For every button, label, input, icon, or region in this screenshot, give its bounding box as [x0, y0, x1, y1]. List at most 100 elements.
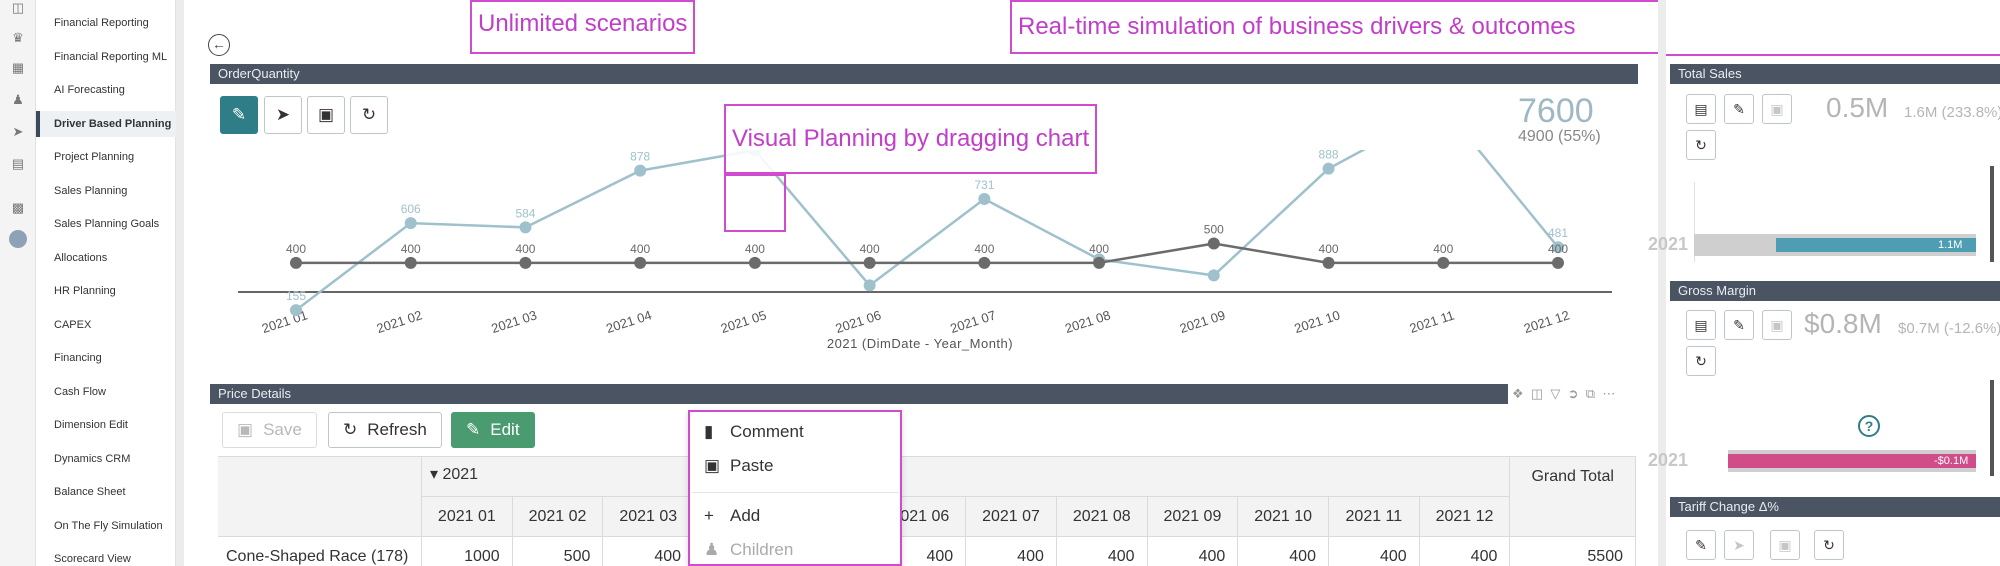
globe-icon[interactable]: [9, 230, 27, 248]
table-cell[interactable]: 400: [1238, 537, 1329, 566]
sidebar-item-allocations[interactable]: Allocations: [36, 245, 176, 271]
series-point[interactable]: [290, 256, 302, 269]
gross-margin-edit-button[interactable]: ✎: [1724, 310, 1754, 340]
series-point[interactable]: [634, 256, 647, 269]
table-cell[interactable]: 500: [513, 537, 604, 566]
tariff-change-header: Tariff Change Δ%: [1670, 497, 2000, 517]
edit-button[interactable]: ✎ Edit: [451, 412, 535, 448]
series-point[interactable]: [863, 256, 876, 269]
series-point[interactable]: [634, 164, 647, 177]
edit-pencil-button[interactable]: ✎: [220, 96, 258, 134]
menu-item-children[interactable]: ♟ Children: [704, 540, 793, 560]
gross-margin-table-button[interactable]: ▤: [1686, 310, 1716, 340]
trophy-icon[interactable]: ♛: [10, 30, 26, 46]
copy-icon[interactable]: ◫: [1531, 386, 1543, 401]
series-point[interactable]: [1207, 237, 1220, 250]
sidebar-item-project-planning[interactable]: Project Planning: [36, 144, 176, 170]
sidebar-item-capex[interactable]: CAPEX: [36, 312, 176, 338]
total-sales-refresh-button[interactable]: ↻: [1686, 130, 1716, 160]
sidebar-item-ai-forecasting[interactable]: AI Forecasting: [36, 77, 176, 103]
more-icon[interactable]: ⋯: [1602, 386, 1615, 401]
sidebar-item-balance-sheet[interactable]: Balance Sheet: [36, 479, 176, 505]
panel-divider[interactable]: [1658, 0, 1666, 566]
series-point[interactable]: [748, 256, 761, 269]
series-point[interactable]: [1207, 269, 1220, 282]
series-point[interactable]: [519, 256, 532, 269]
sidebar-item-hr-planning[interactable]: HR Planning: [36, 278, 176, 304]
sidebar-item-driver-based-planning[interactable]: Driver Based Planning: [36, 110, 176, 137]
pin-icon: ➤: [275, 105, 291, 124]
menu-item-comment[interactable]: ▮ Comment: [704, 422, 804, 442]
filter-icon[interactable]: ▽: [1550, 386, 1560, 401]
sidebar-item-dynamics-crm[interactable]: Dynamics CRM: [36, 446, 176, 472]
pin-button[interactable]: ➤: [264, 96, 302, 134]
table-cell[interactable]: 400: [1057, 537, 1148, 566]
tariff-edit-button[interactable]: ✎: [1686, 530, 1716, 560]
order-quantity-chart[interactable]: 2021 01 2021 02 2021 03 2021 04 2021 05 2021 …: [210, 150, 1650, 360]
total-sales-edit-button[interactable]: ✎: [1724, 94, 1754, 124]
series-point[interactable]: [290, 304, 302, 317]
data-label: 584: [515, 206, 535, 220]
layout-icon[interactable]: ▦: [10, 60, 26, 76]
series-point[interactable]: [404, 256, 417, 269]
save-button[interactable]: ▣: [307, 96, 345, 134]
users-icon[interactable]: ♟: [10, 92, 26, 108]
sidebar-item-dimension-edit[interactable]: Dimension Edit: [36, 412, 176, 438]
sidebar-item-on-the-fly-simulation[interactable]: On The Fly Simulation: [36, 513, 176, 539]
series-point[interactable]: [1322, 162, 1335, 175]
menu-item-add[interactable]: + Add: [704, 506, 760, 526]
database-icon[interactable]: ◫: [10, 0, 26, 16]
series-point[interactable]: [1552, 256, 1564, 269]
refresh-button[interactable]: ↻: [350, 96, 388, 134]
series-point[interactable]: [1322, 256, 1335, 269]
table-cell[interactable]: 400: [603, 537, 695, 566]
total-sales-save-button[interactable]: ▣: [1762, 94, 1792, 124]
year-header[interactable]: ▾ 2021: [422, 457, 1511, 497]
export-icon[interactable]: ➲: [1568, 386, 1579, 401]
help-icon[interactable]: ?: [1858, 415, 1880, 437]
sidebar-item-financing[interactable]: Financing: [36, 345, 176, 371]
refresh-button[interactable]: ↻ Refresh: [328, 412, 442, 448]
book-icon[interactable]: ▤: [10, 156, 26, 172]
table-cell[interactable]: 400: [1148, 537, 1239, 566]
series-point[interactable]: [978, 256, 991, 269]
table-cell[interactable]: 400: [1420, 537, 1511, 566]
sidebar-item-sales-planning[interactable]: Sales Planning: [36, 178, 176, 204]
back-arrow-icon[interactable]: ←: [208, 34, 230, 56]
sidebar-item-sales-planning-goals[interactable]: Sales Planning Goals: [36, 211, 176, 237]
price-details-title: Price Details: [218, 386, 291, 401]
sidebar-item-financial-reporting[interactable]: Financial Reporting: [36, 10, 176, 36]
save-button-disabled[interactable]: ▣ Save: [222, 412, 317, 448]
save-icon: ▣: [1778, 537, 1792, 553]
month-header: 2021 12: [1419, 497, 1511, 537]
series-point[interactable]: [863, 279, 876, 292]
table-cell[interactable]: 1000: [422, 537, 513, 566]
series-point[interactable]: [1437, 256, 1450, 269]
series-point[interactable]: [404, 217, 417, 230]
plus-icon: +: [704, 506, 714, 525]
sidebar-item-cash-flow[interactable]: Cash Flow: [36, 379, 176, 405]
order-delta: 4900 (55%): [1518, 128, 1601, 145]
series-point[interactable]: [978, 192, 991, 205]
sidebar-item-financial-reporting-ml[interactable]: Financial Reporting ML: [36, 44, 176, 70]
gross-margin-refresh-button[interactable]: ↻: [1686, 346, 1716, 376]
gross-margin-save-button[interactable]: ▣: [1762, 310, 1792, 340]
grand-total-header: Grand Total: [1510, 457, 1636, 537]
gross-margin-scroll-thumb[interactable]: [1990, 380, 1994, 476]
sidebar-item-scorecard-view[interactable]: Scorecard View: [36, 546, 176, 566]
total-sales-table-button[interactable]: ▤: [1686, 94, 1716, 124]
total-sales-scroll-thumb[interactable]: [1990, 166, 1994, 262]
tariff-refresh-button[interactable]: ↻: [1814, 530, 1844, 560]
tariff-pin-button[interactable]: ➤: [1724, 530, 1754, 560]
series-point[interactable]: [519, 221, 532, 234]
rocket-icon[interactable]: ➤: [10, 124, 26, 140]
tariff-save-button[interactable]: ▣: [1770, 530, 1800, 560]
stack-icon[interactable]: ▩: [10, 200, 26, 216]
expand-icon[interactable]: ⧉: [1586, 386, 1595, 401]
pin-icon[interactable]: ❖: [1512, 386, 1524, 401]
series-point[interactable]: [1093, 256, 1106, 269]
table-cell[interactable]: 400: [966, 537, 1057, 566]
table-cell[interactable]: 400: [1329, 537, 1420, 566]
menu-item-paste[interactable]: ▣ Paste: [704, 456, 773, 476]
sidebar-scrollbar[interactable]: [176, 0, 184, 566]
